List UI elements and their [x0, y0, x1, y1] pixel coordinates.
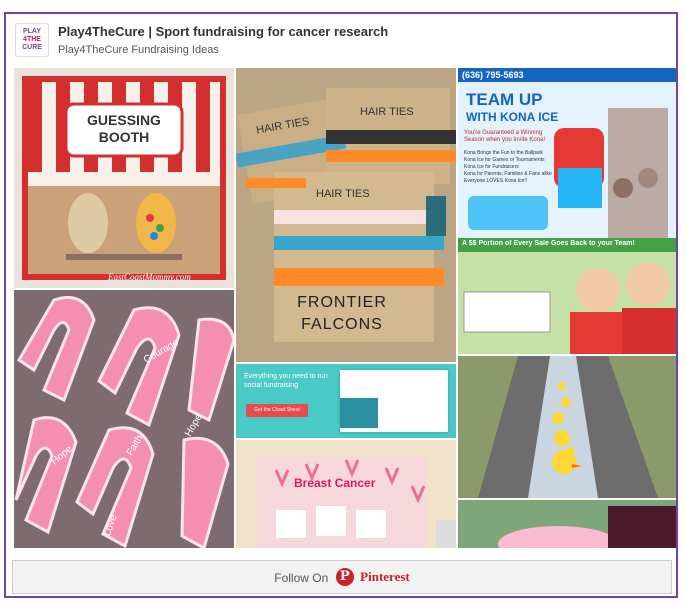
kona-bullet: Kona Brings the Fun to the Ballpark: [464, 150, 543, 156]
kona-promo: You're Guaranteed a Winning Season when …: [464, 130, 546, 143]
ribbon-board-heading: Breast Cancer: [294, 476, 376, 490]
pin-kona-ice[interactable]: (636) 795-5693 TEAM UP WITH KONA ICE You…: [458, 68, 676, 354]
kona-bullet: Everyone LOVES Kona Ice!!: [464, 178, 528, 184]
follow-on-pinterest-bar[interactable]: Follow On P Pinterest: [12, 560, 672, 594]
follow-label: Follow On: [274, 571, 329, 585]
kona-headline-2: WITH KONA ICE: [466, 110, 559, 124]
pin-social-fundraising[interactable]: Everything you need to run social fundra…: [236, 364, 456, 438]
pin-guessing-booth[interactable]: GUESSING BOOTH EastCoastMommy.com: [14, 68, 234, 288]
social-cta-button[interactable]: Get the Cheat Sheet: [246, 404, 308, 417]
pin-breast-cancer-board[interactable]: Breast Cancer: [236, 440, 456, 548]
kona-bullet: Kona for Parents, Families & Fans alike: [464, 171, 552, 177]
logo-line2: 4THE: [23, 36, 41, 43]
kona-portion: A $$ Portion of Every Sale Goes Back to …: [462, 240, 635, 247]
board-title[interactable]: Play4TheCure | Sport fundraising for can…: [58, 24, 388, 39]
pin-pink-ribbon-cookies[interactable]: Courage Faith Hope Love Hope: [14, 290, 234, 548]
pin-hair-ties[interactable]: HAIR TIES HAIR TIES HAIR TIES FRONTIER F…: [236, 68, 456, 362]
board-subtitle[interactable]: Play4TheCure Fundraising Ideas: [58, 44, 219, 56]
logo-line3: CURE: [22, 44, 42, 51]
social-doc-stripe: [340, 398, 378, 428]
hair-ties-label-3: HAIR TIES: [316, 188, 370, 200]
pin-grid: GUESSING BOOTH EastCoastMommy.com HAIR T…: [14, 68, 676, 548]
kona-bullet: Kona Ice for Fundraisers: [464, 164, 519, 170]
hair-ties-team: FRONTIER FALCONS: [297, 294, 387, 333]
pink-cup-image: [458, 500, 676, 548]
guessing-booth-sign: GUESSING BOOTH: [87, 112, 161, 145]
ribbon-board-image: [236, 440, 456, 548]
logo-line1: PLAY: [22, 28, 42, 35]
kona-bullet: Kona Ice for Games or Tournaments: [464, 157, 545, 163]
pin-pink-cup[interactable]: [458, 500, 676, 548]
guessing-booth-image: [22, 76, 226, 280]
pinterest-board-widget: PLAY 4THE CURE Play4TheCure | Sport fund…: [4, 12, 678, 598]
kona-headline-1: TEAM UP: [466, 90, 543, 109]
board-logo[interactable]: PLAY 4THE CURE: [15, 23, 49, 57]
kona-bullet-list: Kona Brings the Fun to the Ballpark Kona…: [464, 150, 556, 185]
duck-race-image: [458, 356, 676, 498]
pinterest-logo-icon: P: [335, 568, 354, 586]
hair-ties-label-2: HAIR TIES: [360, 106, 414, 118]
kona-phone: (636) 795-5693: [462, 70, 524, 80]
guessing-booth-watermark: EastCoastMommy.com: [108, 272, 191, 282]
pinterest-label: Pinterest: [360, 569, 410, 584]
social-headline: Everything you need to run social fundra…: [244, 373, 328, 389]
pin-duck-race[interactable]: [458, 356, 676, 498]
widget-header[interactable]: PLAY 4THE CURE Play4TheCure | Sport fund…: [6, 14, 676, 66]
